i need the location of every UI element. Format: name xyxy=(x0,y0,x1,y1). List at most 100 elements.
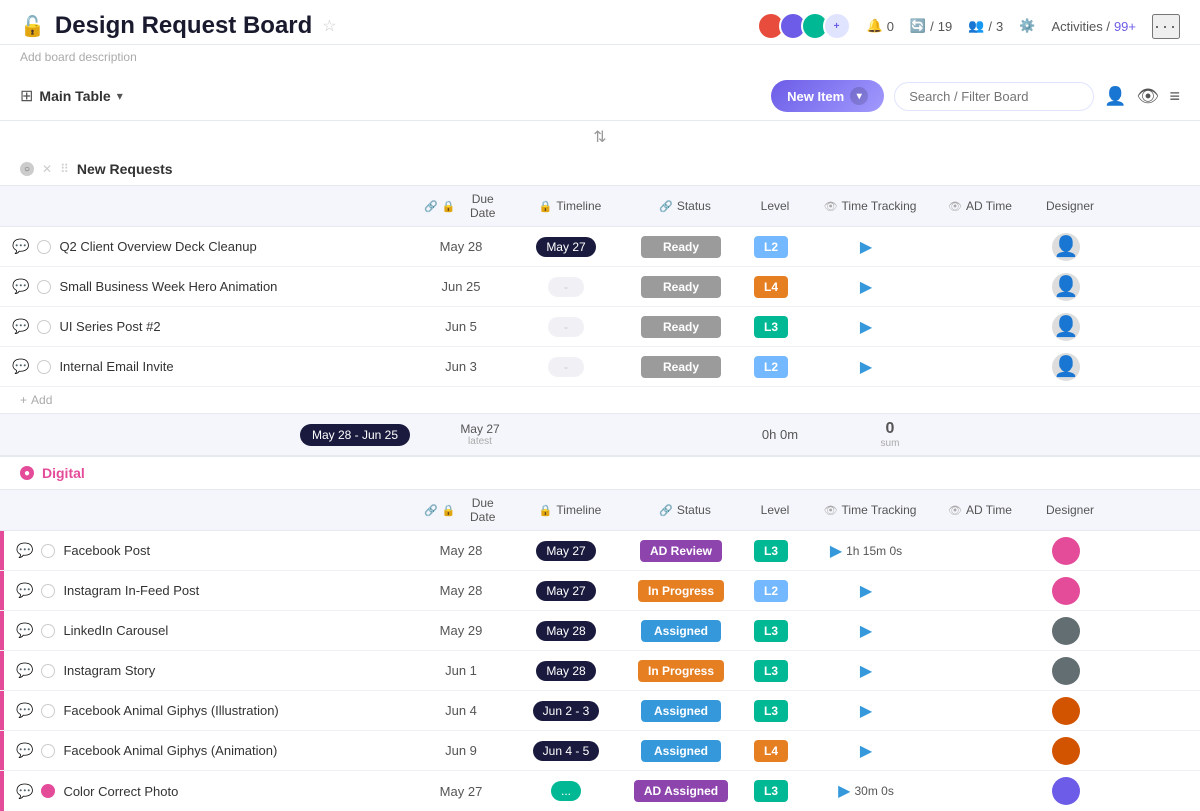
play-button[interactable]: ▶ xyxy=(860,741,872,761)
new-item-dropdown-arrow[interactable]: ▾ xyxy=(850,87,868,105)
col-header-ad-time-d[interactable]: 👁 AD Time xyxy=(930,497,1030,523)
comment-icon[interactable]: 💬 xyxy=(16,662,33,679)
row-due-date[interactable]: May 27 xyxy=(416,780,506,803)
notification-stat[interactable]: 🔔 0 xyxy=(867,18,894,34)
avatar-group[interactable]: + xyxy=(757,12,851,40)
play-button[interactable]: ▶ xyxy=(838,781,850,801)
row-checkbox[interactable] xyxy=(41,584,55,598)
row-due-date[interactable]: May 28 xyxy=(416,235,506,258)
row-timeline[interactable]: - xyxy=(506,353,626,381)
row-level[interactable]: L4 xyxy=(736,736,806,766)
row-level[interactable]: L2 xyxy=(736,352,806,382)
play-button[interactable]: ▶ xyxy=(830,541,842,561)
row-level[interactable]: L3 xyxy=(736,776,806,806)
row-due-date[interactable]: Jun 25 xyxy=(416,275,506,298)
row-timeline[interactable]: May 28 xyxy=(506,657,626,685)
play-button[interactable]: ▶ xyxy=(860,357,872,377)
group-collapse-icon[interactable]: ○ xyxy=(20,162,34,176)
col-header-level[interactable]: Level xyxy=(740,193,810,219)
row-checkbox[interactable] xyxy=(41,544,55,558)
row-status[interactable]: Ready xyxy=(626,232,736,262)
more-options-button[interactable]: ··· xyxy=(1152,14,1180,39)
col-header-time-tracking-d[interactable]: 👁 Time Tracking xyxy=(810,497,930,523)
col-header-time-tracking[interactable]: 👁 Time Tracking xyxy=(810,193,930,219)
table-dropdown-chevron[interactable]: ▾ xyxy=(117,89,123,103)
user-filter-button[interactable]: 👤 xyxy=(1104,86,1126,107)
col-header-level-d[interactable]: Level xyxy=(740,497,810,523)
col-header-ad-time[interactable]: 👁 AD Time xyxy=(930,193,1030,219)
play-button[interactable]: ▶ xyxy=(860,581,872,601)
play-button[interactable]: ▶ xyxy=(860,277,872,297)
row-timeline[interactable]: May 27 xyxy=(506,537,626,565)
row-checkbox[interactable] xyxy=(41,664,55,678)
row-timeline[interactable]: May 27 xyxy=(506,233,626,261)
row-due-date[interactable]: May 28 xyxy=(416,579,506,602)
row-due-date[interactable]: Jun 4 xyxy=(416,699,506,722)
row-checkbox[interactable] xyxy=(37,360,51,374)
row-checkbox[interactable] xyxy=(37,240,51,254)
play-button[interactable]: ▶ xyxy=(860,317,872,337)
comment-icon[interactable]: 💬 xyxy=(16,582,33,599)
add-item-row[interactable]: + Add xyxy=(0,387,1200,413)
comment-icon[interactable]: 💬 xyxy=(12,238,29,255)
col-header-due-date-d[interactable]: 🔗 🔒 Due Date xyxy=(420,490,510,530)
comment-icon[interactable]: 💬 xyxy=(12,278,29,295)
star-icon[interactable]: ☆ xyxy=(322,16,336,36)
row-level[interactable]: L4 xyxy=(736,272,806,302)
row-level[interactable]: L3 xyxy=(736,616,806,646)
activities-stat[interactable]: Activities / 99+ xyxy=(1051,19,1136,34)
row-timeline[interactable]: May 28 xyxy=(506,617,626,645)
row-timeline[interactable]: ... xyxy=(506,777,626,805)
row-due-date[interactable]: May 28 xyxy=(416,539,506,562)
row-due-date[interactable]: Jun 1 xyxy=(416,659,506,682)
row-timeline[interactable]: Jun 2 - 3 xyxy=(506,697,626,725)
play-button[interactable]: ▶ xyxy=(860,701,872,721)
row-level[interactable]: L2 xyxy=(736,576,806,606)
row-checkbox[interactable] xyxy=(41,624,55,638)
row-timeline[interactable]: Jun 4 - 5 xyxy=(506,737,626,765)
row-due-date[interactable]: Jun 3 xyxy=(416,355,506,378)
board-description[interactable]: Add board description xyxy=(20,50,137,64)
col-header-due-date[interactable]: 🔗 🔒 Due Date xyxy=(420,186,510,226)
row-status[interactable]: Assigned xyxy=(626,616,736,646)
comment-icon[interactable]: 💬 xyxy=(16,702,33,719)
play-button[interactable]: ▶ xyxy=(860,237,872,257)
row-status[interactable]: Ready xyxy=(626,272,736,302)
group-drag-handle[interactable]: ⠿ xyxy=(60,162,69,176)
row-checkbox[interactable] xyxy=(41,744,55,758)
row-level[interactable]: L3 xyxy=(736,696,806,726)
row-status[interactable]: Assigned xyxy=(626,736,736,766)
comment-icon[interactable]: 💬 xyxy=(16,783,33,800)
row-status[interactable]: In Progress xyxy=(626,656,736,686)
row-due-date[interactable]: May 29 xyxy=(416,619,506,642)
comment-icon[interactable]: 💬 xyxy=(16,742,33,759)
row-due-date[interactable]: Jun 5 xyxy=(416,315,506,338)
row-status[interactable]: AD Assigned xyxy=(626,776,736,806)
group-close-icon[interactable]: ✕ xyxy=(42,162,52,176)
col-header-designer[interactable]: Designer xyxy=(1030,193,1110,219)
new-item-button[interactable]: New Item ▾ xyxy=(771,80,884,112)
col-header-status[interactable]: 🔗 Status xyxy=(630,193,740,219)
comment-icon[interactable]: 💬 xyxy=(12,318,29,335)
row-checkbox[interactable] xyxy=(41,704,55,718)
collapse-toggle-button[interactable]: ⇅ xyxy=(593,127,606,147)
search-input[interactable] xyxy=(894,82,1094,111)
row-level[interactable]: L3 xyxy=(736,312,806,342)
row-checkbox[interactable] xyxy=(37,320,51,334)
row-level[interactable]: L2 xyxy=(736,232,806,262)
row-status[interactable]: Assigned xyxy=(626,696,736,726)
filter-button[interactable]: ≡ xyxy=(1169,86,1180,107)
update-stat[interactable]: 🔄 / 19 xyxy=(910,18,952,34)
eye-filter-button[interactable]: 👁 xyxy=(1137,86,1160,107)
row-status[interactable]: In Progress xyxy=(626,576,736,606)
member-stat[interactable]: 👥 / 3 xyxy=(968,18,1003,34)
col-header-status-d[interactable]: 🔗 Status xyxy=(630,497,740,523)
comment-icon[interactable]: 💬 xyxy=(12,358,29,375)
col-header-timeline[interactable]: 🔒 Timeline xyxy=(510,193,630,219)
row-status[interactable]: Ready xyxy=(626,352,736,382)
row-timeline[interactable]: May 27 xyxy=(506,577,626,605)
row-checkbox[interactable] xyxy=(37,280,51,294)
play-button[interactable]: ▶ xyxy=(860,621,872,641)
row-status[interactable]: AD Review xyxy=(626,536,736,566)
row-level[interactable]: L3 xyxy=(736,656,806,686)
